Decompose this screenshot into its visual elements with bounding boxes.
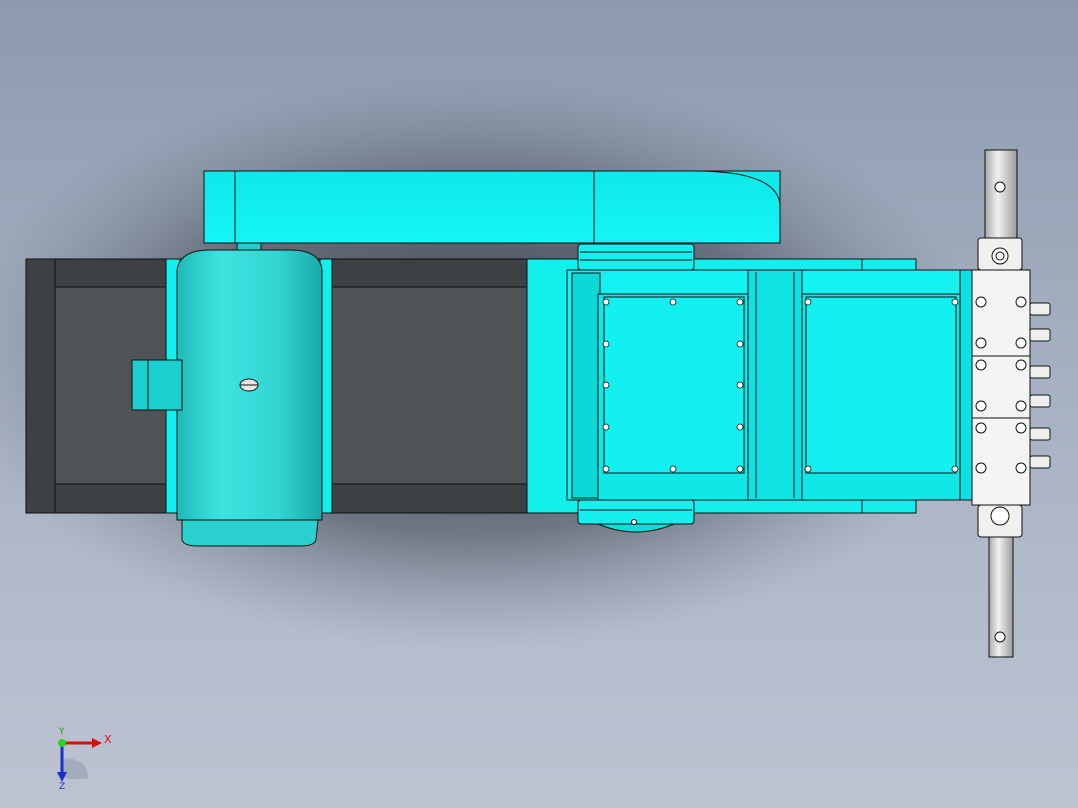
cad-viewport[interactable]: X Y Z [0, 0, 1078, 808]
z-axis-label: Z [59, 782, 66, 792]
suction-pipe [977, 504, 1023, 658]
x-axis-label: X [104, 733, 112, 746]
belt-guard [203, 170, 781, 244]
discharge-pipe [977, 149, 1023, 271]
axis-triad: X Y Z [48, 727, 118, 798]
pump-crankcase [566, 258, 973, 514]
pump-assembly-model[interactable] [0, 0, 1078, 808]
y-axis-label: Y [59, 727, 65, 737]
